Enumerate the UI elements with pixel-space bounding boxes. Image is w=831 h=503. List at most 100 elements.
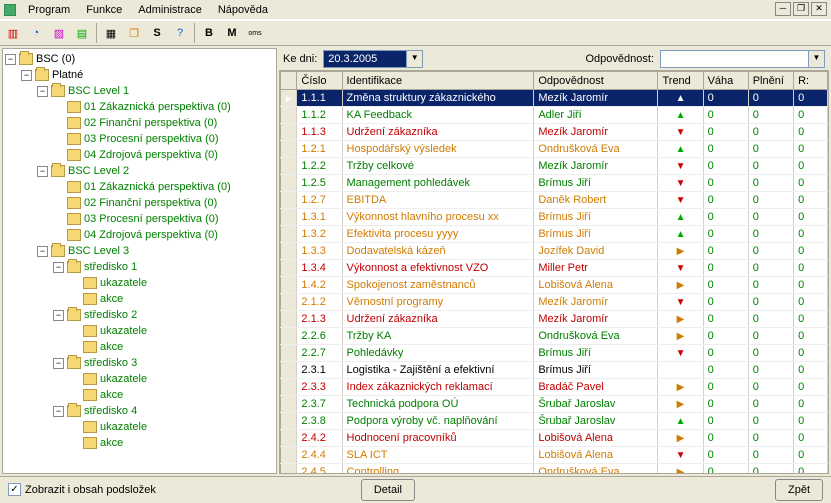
col-header[interactable]: R: [794, 72, 828, 90]
menu-administrace[interactable]: Administrace [130, 2, 210, 18]
tree-toggle[interactable]: − [53, 358, 64, 369]
help-icon[interactable]: ? [169, 22, 191, 44]
tree-toggle[interactable]: − [53, 310, 64, 321]
resp-dropdown[interactable]: ▼ [660, 50, 825, 68]
tree-toggle[interactable]: − [5, 54, 16, 65]
tree-node[interactable]: ukazatele [5, 419, 274, 435]
chevron-down-icon[interactable]: ▼ [808, 51, 824, 67]
oms-button[interactable]: oms [244, 22, 266, 44]
data-grid[interactable]: ČísloIdentifikaceOdpovědnostTrendVáhaPln… [279, 70, 829, 474]
table-row[interactable]: 1.4.2 Spokojenost zaměstnanců Lobišová A… [281, 277, 828, 294]
tree-node[interactable]: − středisko 2 [5, 307, 274, 323]
tree-pane[interactable]: − BSC (0) − Platné − BSC Level 1 01 Záka… [2, 48, 277, 474]
col-header[interactable]: Váha [703, 72, 748, 90]
b-button[interactable]: B [198, 22, 220, 44]
table-row[interactable]: 1.2.7 EBITDA Daněk Robert ▼ 0 0 0 [281, 192, 828, 209]
tree-node[interactable]: akce [5, 387, 274, 403]
tree-node[interactable]: − středisko 4 [5, 403, 274, 419]
tree-node[interactable]: − Platné [5, 67, 274, 83]
table-row[interactable]: 2.2.6 Tržby KA Ondrušková Eva ▶ 0 0 0 [281, 328, 828, 345]
tree-node[interactable]: ukazatele [5, 323, 274, 339]
col-header[interactable]: Trend [658, 72, 703, 90]
table-row[interactable]: 2.3.1 Logistika - Zajištění a efektivní … [281, 362, 828, 379]
minimize-button[interactable]: ─ [775, 2, 791, 16]
tree-node[interactable]: ukazatele [5, 275, 274, 291]
tree-node[interactable]: akce [5, 291, 274, 307]
tree-node[interactable]: 02 Finanční perspektiva (0) [5, 195, 274, 211]
close-button[interactable]: ✕ [811, 2, 827, 16]
table-row[interactable]: ▸ 1.1.1 Změna struktury zákaznického Mez… [281, 90, 828, 107]
cell-trend: ▼ [658, 158, 703, 175]
s-button[interactable]: S [146, 22, 168, 44]
cell-r: 0 [794, 192, 828, 209]
tree-toggle[interactable]: − [37, 166, 48, 177]
tree-node[interactable]: 04 Zdrojová perspektiva (0) [5, 227, 274, 243]
detail-button[interactable]: Detail [361, 479, 415, 501]
menu-nápověda[interactable]: Nápověda [210, 2, 276, 18]
tree-toggle[interactable]: − [37, 246, 48, 257]
tree-toggle[interactable]: − [53, 262, 64, 273]
tree-node[interactable]: − BSC Level 2 [5, 163, 274, 179]
m-button[interactable]: M [221, 22, 243, 44]
table-row[interactable]: 1.3.1 Výkonnost hlavního procesu xx Brím… [281, 209, 828, 226]
table-row[interactable]: 1.3.3 Dodavatelská kázeň Jozífek David ▶… [281, 243, 828, 260]
table-row[interactable]: 1.3.4 Výkonnost a efektivnost VZO Miller… [281, 260, 828, 277]
tree-toggle[interactable]: − [53, 406, 64, 417]
menu-funkce[interactable]: Funkce [78, 2, 130, 18]
cell-trend: ▼ [658, 175, 703, 192]
cell-fill: 0 [748, 413, 793, 430]
row-indicator [281, 294, 297, 311]
table-row[interactable]: 2.2.7 Pohledávky Brímus Jiří ▼ 0 0 0 [281, 345, 828, 362]
table-row[interactable]: 1.2.1 Hospodářský výsledek Ondrušková Ev… [281, 141, 828, 158]
tree-node[interactable]: akce [5, 339, 274, 355]
chart-bar-icon[interactable]: ▥ [2, 22, 24, 44]
col-header[interactable]: Identifikace [342, 72, 534, 90]
tree-toggle[interactable]: − [21, 70, 32, 81]
col-header[interactable]: Plnění [748, 72, 793, 90]
cell-ident: Výkonnost a efektivnost VZO [342, 260, 534, 277]
grid-icon[interactable]: ▦ [100, 22, 122, 44]
tree-toggle[interactable]: − [37, 86, 48, 97]
chart-area-icon[interactable]: ▤ [71, 22, 93, 44]
show-subfolders-checkbox[interactable]: ✓ [8, 483, 21, 496]
chat-icon[interactable]: ❐ [123, 22, 145, 44]
col-header[interactable]: Odpovědnost [534, 72, 658, 90]
col-header[interactable]: Číslo [297, 72, 342, 90]
restore-button[interactable]: ❐ [793, 2, 809, 16]
table-row[interactable]: 2.1.2 Věrnostní programy Mezík Jaromír ▼… [281, 294, 828, 311]
chevron-down-icon[interactable]: ▼ [406, 51, 422, 67]
tree-node[interactable]: ukazatele [5, 371, 274, 387]
chart-pie-icon[interactable]: ◔ [25, 22, 47, 44]
tree-node[interactable]: 04 Zdrojová perspektiva (0) [5, 147, 274, 163]
chart-line-icon[interactable]: ▨ [48, 22, 70, 44]
tree-node[interactable]: 03 Procesní perspektiva (0) [5, 131, 274, 147]
table-row[interactable]: 1.1.3 Udržení zákazníka Mezík Jaromír ▼ … [281, 124, 828, 141]
tree-node[interactable]: akce [5, 435, 274, 451]
table-row[interactable]: 2.4.4 SLA ICT Lobišová Alena ▼ 0 0 0 [281, 447, 828, 464]
date-picker[interactable]: 20.3.2005 ▼ [323, 50, 423, 68]
table-row[interactable]: 1.2.5 Management pohledávek Brímus Jiří … [281, 175, 828, 192]
table-row[interactable]: 2.3.3 Index zákaznických reklamací Bradá… [281, 379, 828, 396]
cell-number: 2.3.7 [297, 396, 342, 413]
tree-node[interactable]: 03 Procesní perspektiva (0) [5, 211, 274, 227]
tree-node[interactable]: 01 Zákaznická perspektiva (0) [5, 99, 274, 115]
folder-icon [83, 277, 97, 289]
table-row[interactable]: 2.3.8 Podpora výroby vč. naplňování Šrub… [281, 413, 828, 430]
table-row[interactable]: 2.3.7 Technická podpora OÚ Šrubař Jarosl… [281, 396, 828, 413]
menu-program[interactable]: Program [20, 2, 78, 18]
tree-node[interactable]: 02 Finanční perspektiva (0) [5, 115, 274, 131]
tree-node[interactable]: − BSC Level 1 [5, 83, 274, 99]
table-row[interactable]: 2.4.5 Controlling Ondrušková Eva ▶ 0 0 0 [281, 464, 828, 475]
tree-node[interactable]: − středisko 1 [5, 259, 274, 275]
tree-node[interactable]: 01 Zákaznická perspektiva (0) [5, 179, 274, 195]
table-row[interactable]: 1.3.2 Efektivita procesu yyyy Brímus Jiř… [281, 226, 828, 243]
tree-node[interactable]: − středisko 3 [5, 355, 274, 371]
table-row[interactable]: 2.4.2 Hodnocení pracovníků Lobišová Alen… [281, 430, 828, 447]
col-header[interactable] [281, 72, 297, 90]
tree-node[interactable]: − BSC (0) [5, 51, 274, 67]
table-row[interactable]: 1.2.2 Tržby celkové Mezík Jaromír ▼ 0 0 … [281, 158, 828, 175]
table-row[interactable]: 2.1.3 Udržení zákazníka Mezík Jaromír ▶ … [281, 311, 828, 328]
tree-node[interactable]: − BSC Level 3 [5, 243, 274, 259]
table-row[interactable]: 1.1.2 KA Feedback Adler Jiří ▲ 0 0 0 [281, 107, 828, 124]
back-button[interactable]: Zpět [775, 479, 823, 501]
